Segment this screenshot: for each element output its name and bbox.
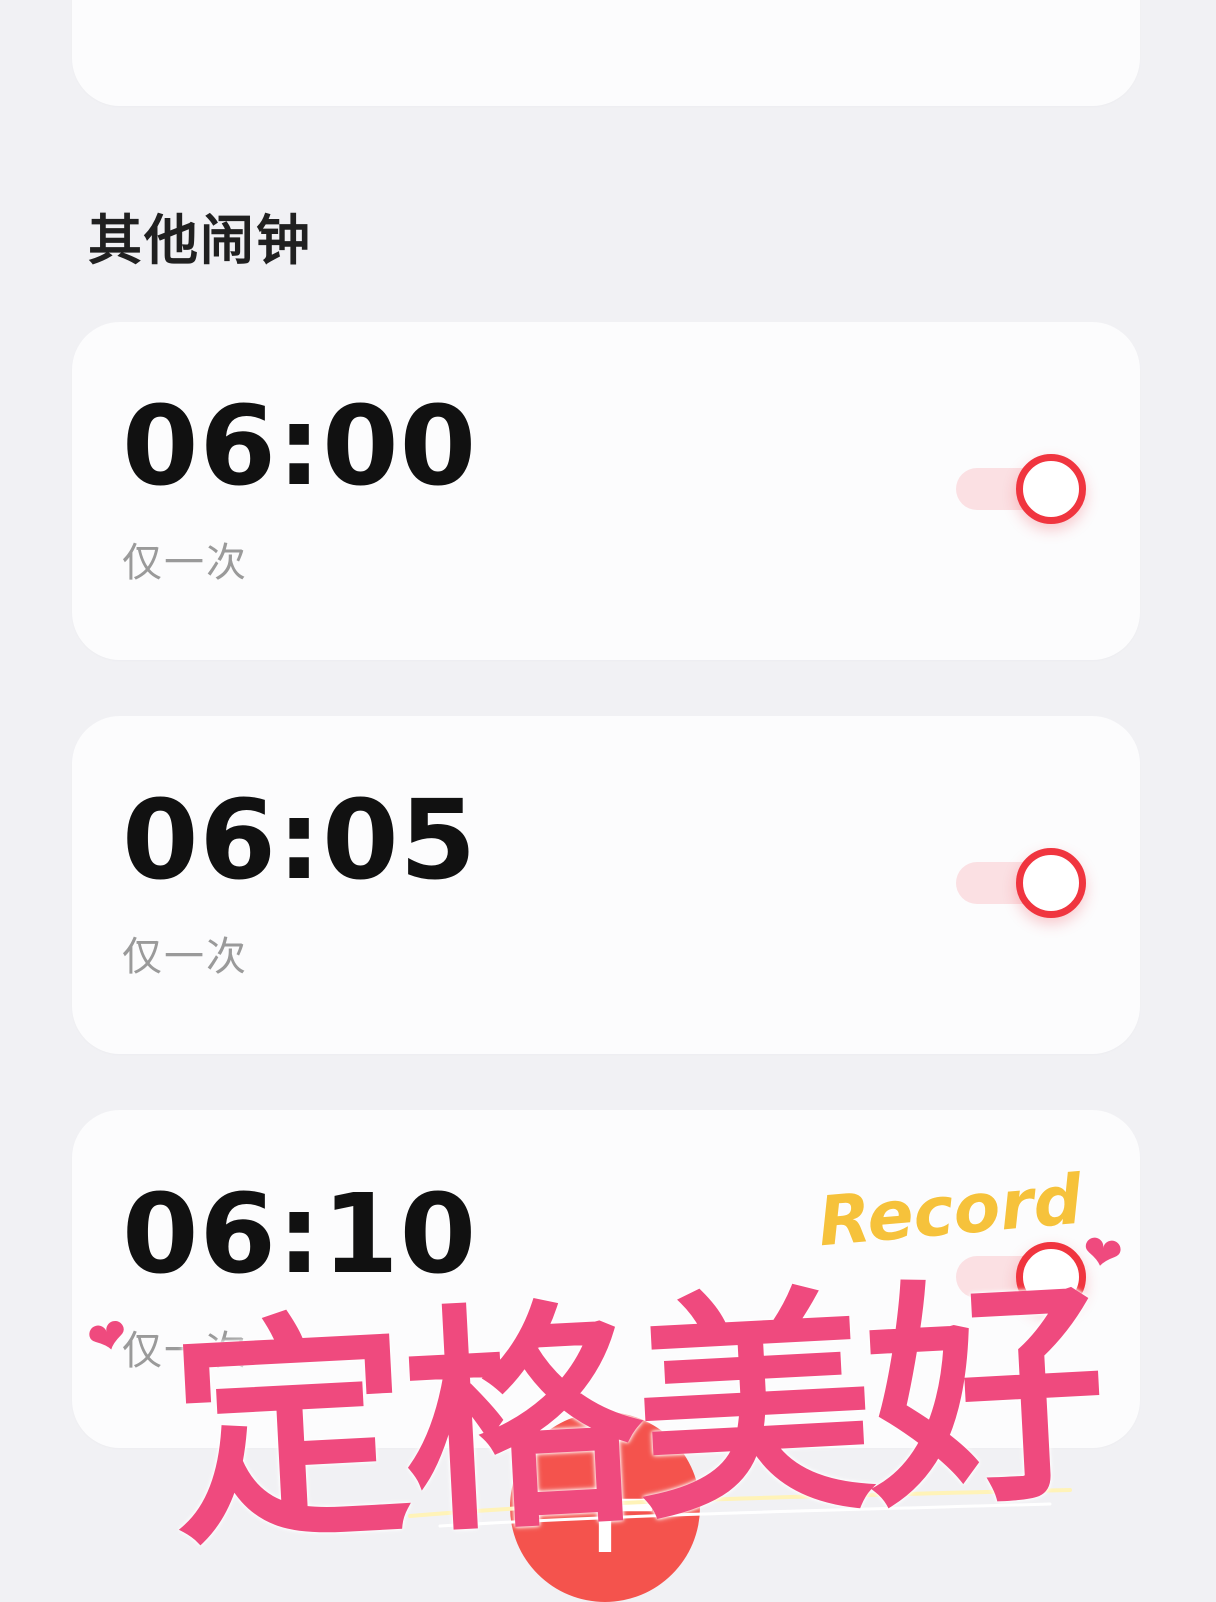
alarm-card-1[interactable]: 06:00 仅一次 [72,322,1140,660]
alarm-time: 06:00 [122,382,478,510]
alarm-toggle[interactable] [956,848,1106,918]
alarm-repeat-label: 仅一次 [122,934,248,980]
toggle-knob [1016,454,1086,524]
heart-icon: ❤ [1077,1222,1127,1286]
alarm-card-2[interactable]: 06:05 仅一次 [72,716,1140,1054]
sticker-text: 定格美好 [164,1253,1107,1579]
alarm-time: 06:05 [122,776,478,904]
section-title: 其他闹钟 [88,209,312,272]
toggle-knob [1016,848,1086,918]
previous-alarm-card[interactable] [72,0,1140,106]
alarm-repeat-label: 仅一次 [122,540,248,586]
alarm-toggle[interactable] [956,454,1106,524]
